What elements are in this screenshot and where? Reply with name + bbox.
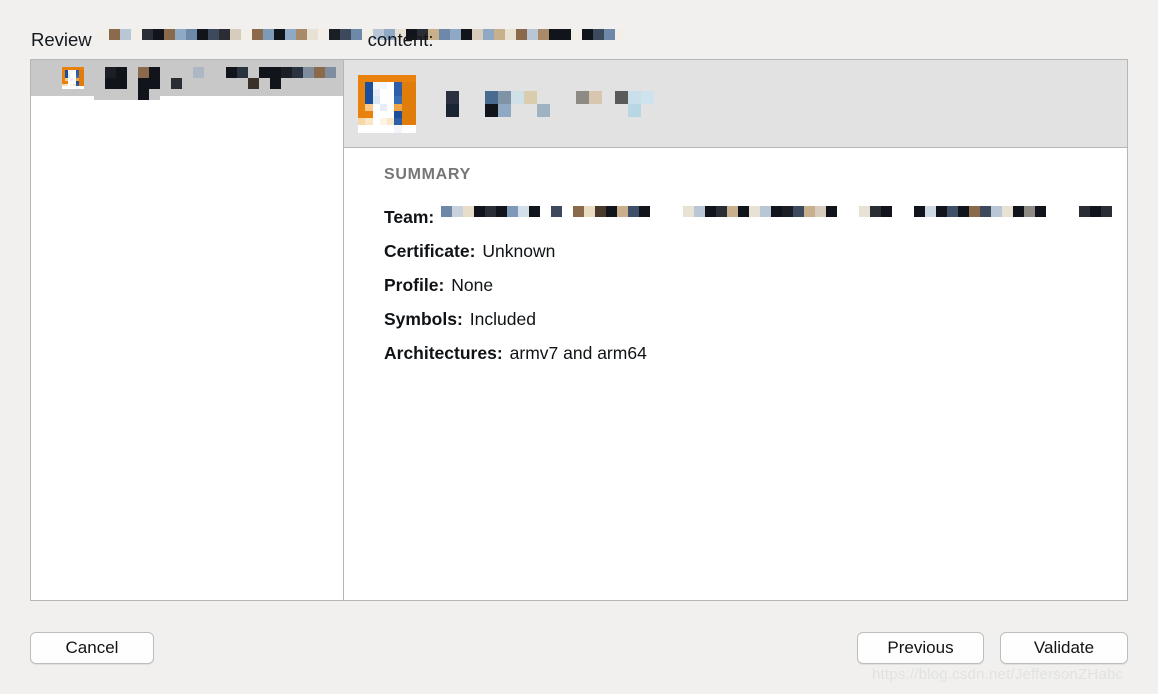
items-list[interactable] <box>31 60 344 600</box>
content-panel: SUMMARY Team: Certificate: Unknown Profi… <box>30 59 1128 601</box>
summary-value: armv7 and arm64 <box>509 342 647 363</box>
summary-value: Included <box>469 308 536 329</box>
summary-label: Profile: <box>384 274 445 295</box>
previous-button[interactable]: Previous <box>857 632 984 664</box>
dialog-title-suffix: content: <box>367 29 434 50</box>
dialog-title: Review content: <box>31 27 626 53</box>
app-icon <box>358 74 416 133</box>
summary-value: None <box>451 274 494 295</box>
summary-row-certificate: Certificate: Unknown <box>384 234 1127 268</box>
app-icon <box>62 67 84 89</box>
summary-row-symbols: Symbols: Included <box>384 302 1127 336</box>
summary-row-profile: Profile: None <box>384 268 1127 302</box>
validate-button[interactable]: Validate <box>1000 632 1128 664</box>
summary-row-team: Team: <box>384 200 1127 234</box>
summary-value: Unknown <box>482 240 556 261</box>
summary-section: SUMMARY Team: Certificate: Unknown Profi… <box>344 148 1127 370</box>
redacted-item-label <box>94 67 343 100</box>
dialog-title-prefix: Review <box>31 29 92 50</box>
redacted-app-name <box>446 90 654 117</box>
summary-label: Symbols: <box>384 308 463 329</box>
summary-label: Team: <box>384 206 435 227</box>
redacted-team-value <box>441 206 1124 228</box>
app-header <box>344 60 1127 148</box>
summary-row-architectures: Architectures: armv7 and arm64 <box>384 336 1127 370</box>
watermark: https://blog.csdn.net/JeffersonZHabc <box>872 666 1124 683</box>
detail-pane: SUMMARY Team: Certificate: Unknown Profi… <box>344 60 1127 600</box>
list-item[interactable] <box>31 60 343 100</box>
summary-heading: SUMMARY <box>384 166 471 183</box>
summary-label: Certificate: <box>384 240 476 261</box>
app-name <box>446 90 654 117</box>
summary-label: Architectures: <box>384 342 503 363</box>
redacted-app-name-title <box>97 29 626 51</box>
cancel-button[interactable]: Cancel <box>30 632 154 664</box>
